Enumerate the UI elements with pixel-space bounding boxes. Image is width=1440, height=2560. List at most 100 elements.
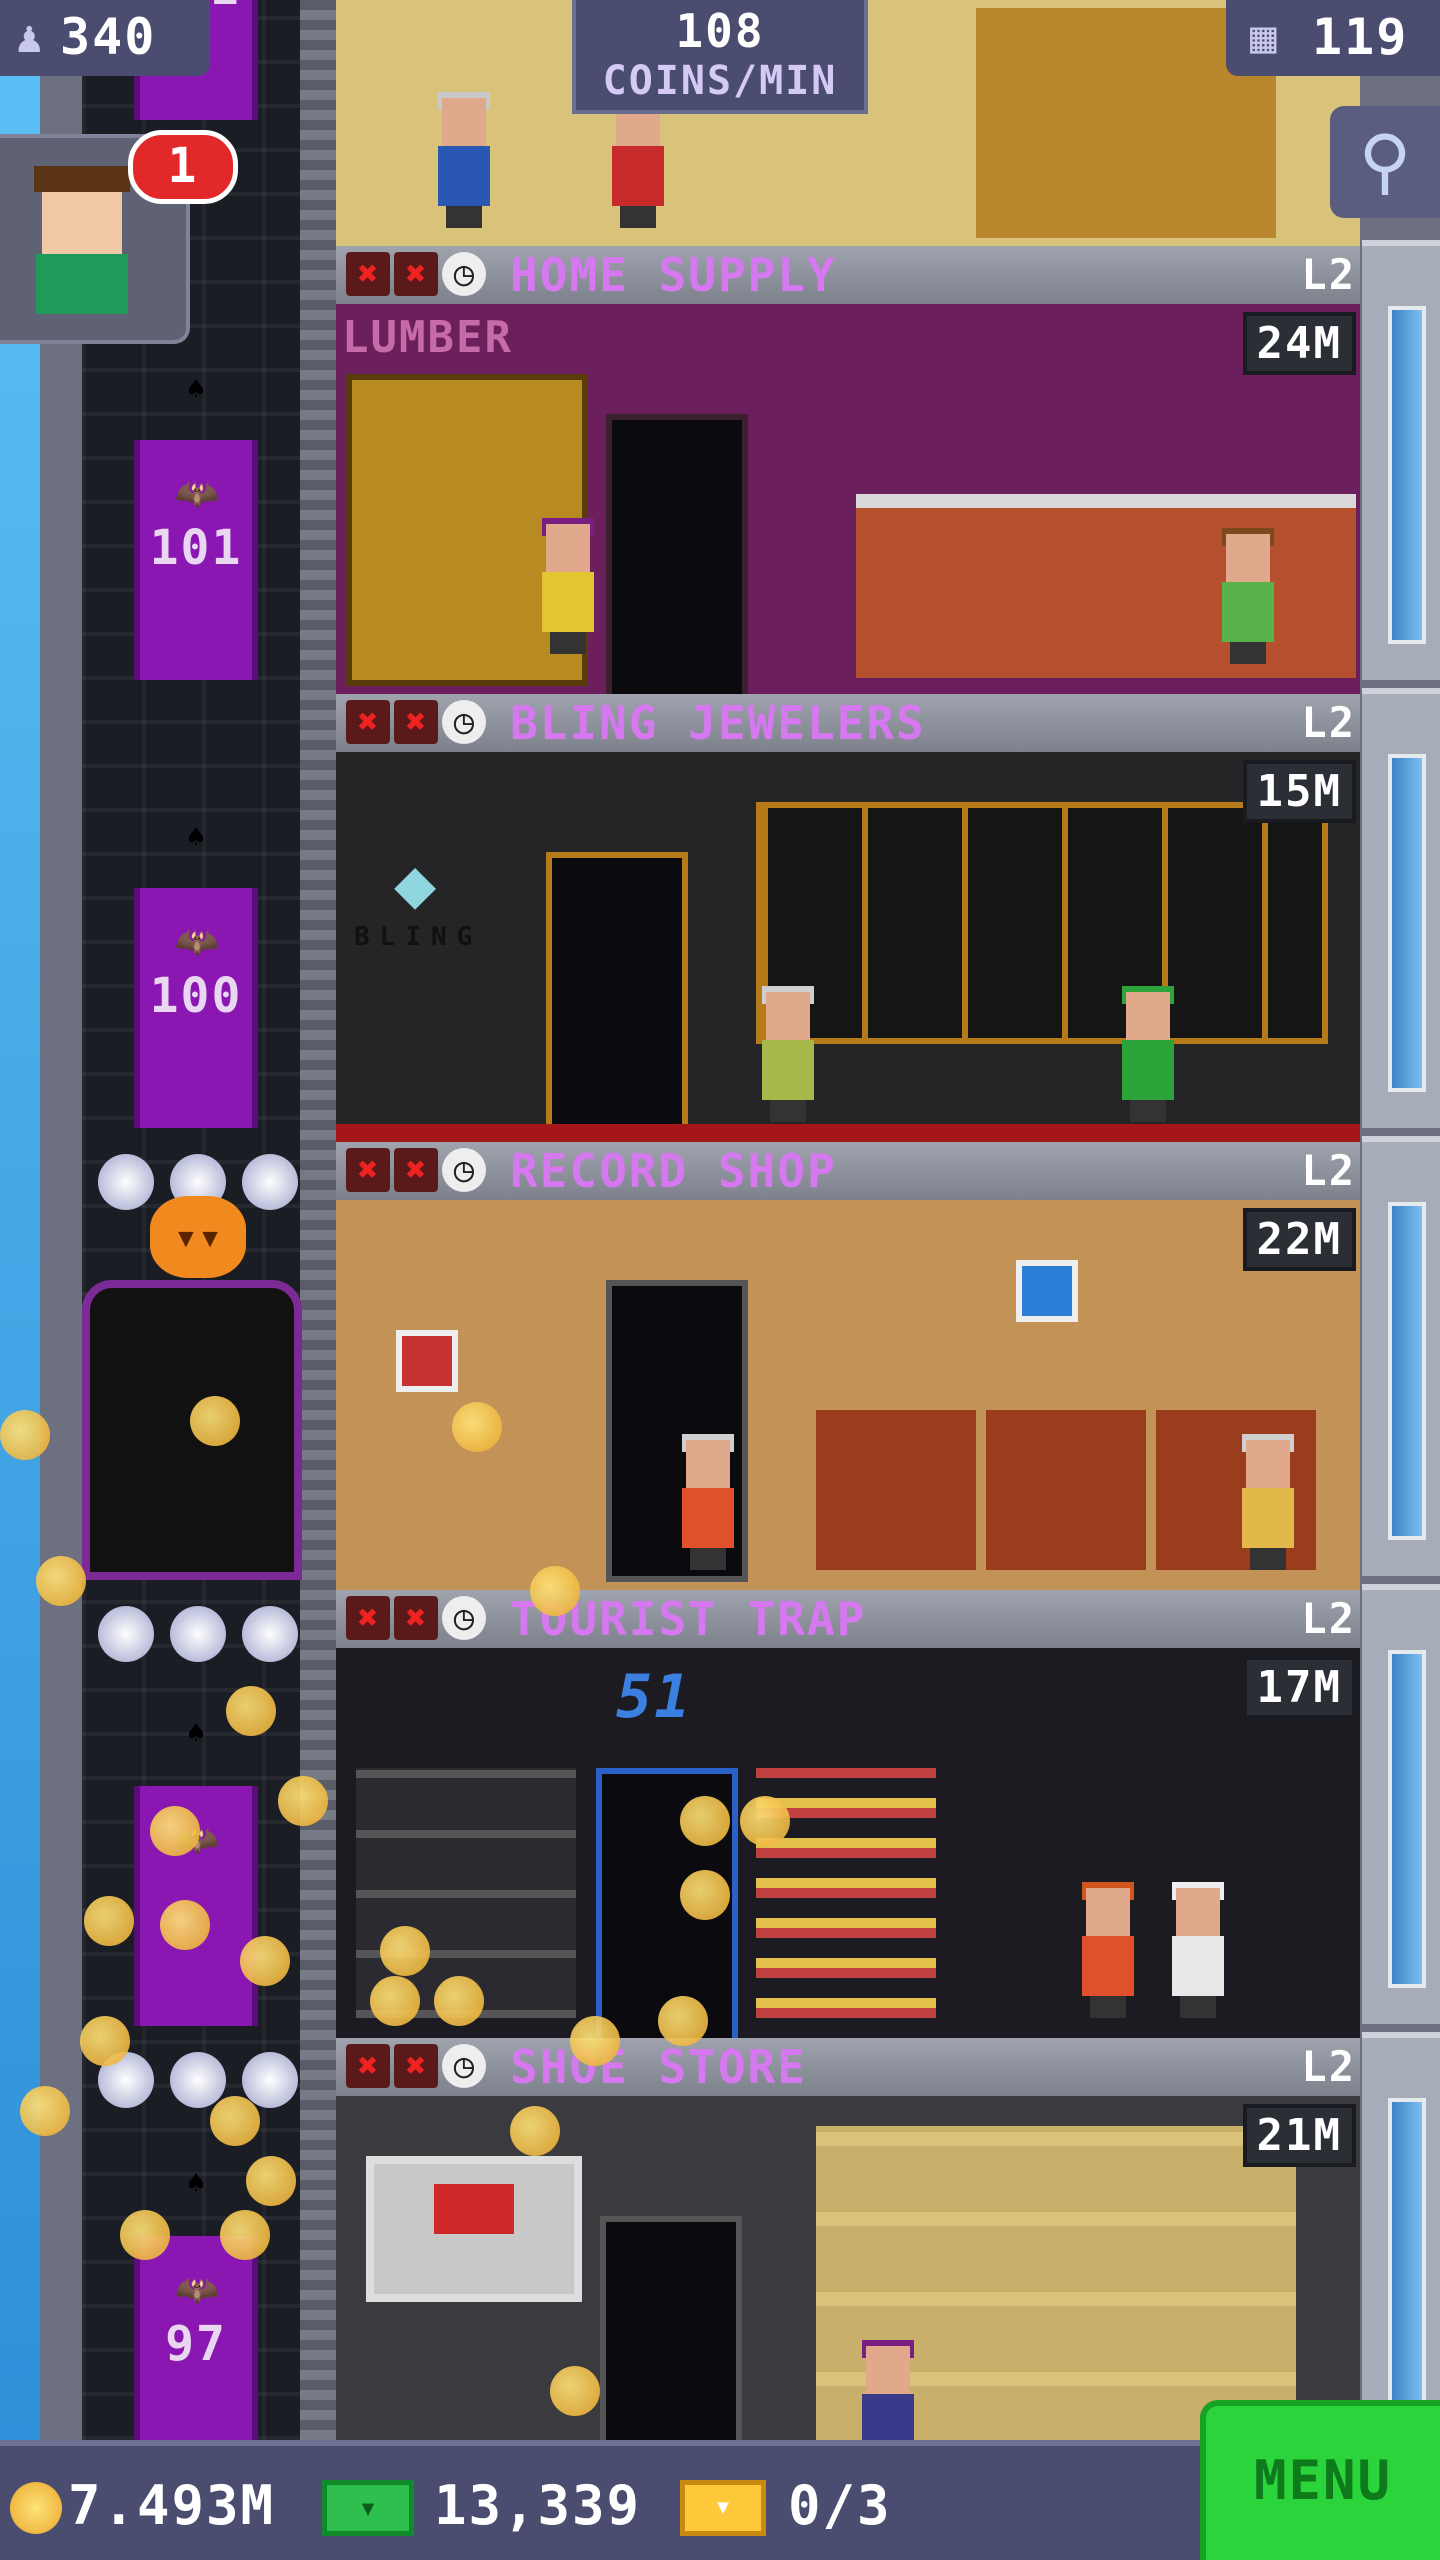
close-icon: ✖ [346, 2044, 390, 2088]
magnifier-icon[interactable]: ⚲ [1330, 106, 1440, 218]
store-sign: LUMBER [342, 312, 513, 363]
floor-price: 22M [1242, 1208, 1356, 1271]
coin-icon[interactable] [452, 1402, 502, 1452]
coin-icon[interactable] [160, 1900, 210, 1950]
star-icon [242, 1154, 298, 1210]
coin-icon[interactable] [226, 1686, 276, 1736]
citizen[interactable] [1166, 1882, 1230, 2018]
shaft-floor-label: 100 [149, 968, 243, 1024]
floors-count-value: 119 [1312, 8, 1409, 66]
elevator-rail [300, 0, 336, 2440]
citizen[interactable] [1116, 986, 1180, 1122]
bux-icon: ▾ [322, 2480, 414, 2536]
close-icon: ✖ [394, 252, 438, 296]
floor-name: SHOE STORE [510, 2040, 807, 2094]
floor-tourist-trap[interactable]: ✖ ✖ ◷ TOURIST TRAP L2 51 17M [336, 1590, 1360, 2038]
coin-icon[interactable] [84, 1896, 134, 1946]
avatar-hair [34, 166, 130, 192]
room-interior: ◆ BLING [336, 752, 1360, 1142]
coin-icon[interactable] [550, 2366, 600, 2416]
tower-window [1362, 1136, 1440, 1576]
menu-button[interactable]: MENU [1200, 2400, 1440, 2560]
citizen[interactable] [432, 92, 496, 228]
sky [0, 0, 45, 2440]
person-icon: ♟ [16, 12, 43, 63]
tower-window [1362, 688, 1440, 1128]
coins-per-min-value: 108 [675, 4, 765, 58]
counter [856, 494, 1356, 678]
spade-icon: ♠ [186, 372, 206, 407]
tower-window [1362, 240, 1440, 680]
floor-bling-jewelers[interactable]: ✖ ✖ ◷ BLING JEWELERS L2 ◆ BLING 15M [336, 694, 1360, 1142]
coin-icon[interactable] [80, 2016, 130, 2066]
close-icon: ✖ [394, 2044, 438, 2088]
close-icon: ✖ [346, 700, 390, 744]
coin-icon[interactable] [370, 1976, 420, 2026]
ticket-icon: ▾ [680, 2480, 766, 2536]
room-interior: LUMBER [336, 304, 1360, 694]
coin-icon[interactable] [530, 1566, 580, 1616]
coin-icon[interactable] [190, 1396, 240, 1446]
floor-banner [336, 246, 1360, 304]
floor-name: RECORD SHOP [510, 1144, 837, 1198]
star-icon [170, 1606, 226, 1662]
floor-level: L2 [1301, 1594, 1356, 1643]
star-icon [170, 2052, 226, 2108]
clock-icon: ◷ [442, 252, 486, 296]
floor-banner [336, 2038, 1360, 2096]
coin-icon[interactable] [20, 2086, 70, 2136]
population-counter[interactable]: ♟ 340 [0, 0, 210, 76]
coin-icon[interactable] [220, 2210, 270, 2260]
coin-icon[interactable] [680, 1796, 730, 1846]
coin-icon[interactable] [0, 1410, 50, 1460]
citizen[interactable] [1076, 1882, 1140, 2018]
avatar-body [36, 254, 128, 314]
floors-counter[interactable]: ▦ 119 [1226, 0, 1440, 76]
coin-icon[interactable] [210, 2096, 260, 2146]
floor-name: HOME SUPPLY [510, 248, 837, 302]
store-sign: 51 [616, 1662, 693, 1732]
floor-level: L2 [1301, 250, 1356, 299]
building-icon: ▦ [1250, 12, 1277, 63]
notification-badge[interactable]: 1 [128, 130, 238, 204]
coin-icon[interactable] [246, 2156, 296, 2206]
store-sign: BLING [354, 922, 483, 952]
floor-home-supply[interactable]: ✖ ✖ ◷ HOME SUPPLY L2 LUMBER 24M [336, 246, 1360, 694]
citizen[interactable] [536, 518, 600, 654]
citizen[interactable] [606, 92, 670, 228]
coin-icon[interactable] [240, 1936, 290, 1986]
coin-icon[interactable] [570, 2016, 620, 2066]
door [546, 852, 688, 1142]
coin-icon[interactable] [740, 1796, 790, 1846]
floor-record-shop[interactable]: ✖ ✖ ◷ RECORD SHOP L2 22M [336, 1142, 1360, 1590]
citizen[interactable] [676, 1434, 740, 1570]
bux-value: 13,339 [434, 2474, 642, 2537]
clock-icon: ◷ [442, 1148, 486, 1192]
coin-icon[interactable] [680, 1870, 730, 1920]
close-icon: ✖ [346, 1148, 390, 1192]
shoe-poster [366, 2156, 582, 2302]
spade-icon: ♠ [186, 1716, 206, 1751]
coin-icon[interactable] [278, 1776, 328, 1826]
tower-window [1362, 1584, 1440, 2024]
coin-icon[interactable] [380, 1926, 430, 1976]
floor-level: L2 [1301, 2042, 1356, 2091]
floor-price: 21M [1242, 2104, 1356, 2167]
citizen[interactable] [1236, 1434, 1300, 1570]
floor-banner [336, 1142, 1360, 1200]
pumpkin-icon: ▾▾ [150, 1196, 246, 1278]
coin-icon[interactable] [510, 2106, 560, 2156]
coin-icon[interactable] [150, 1806, 200, 1856]
shaft-floor-label: 101 [149, 520, 243, 576]
coin-icon[interactable] [120, 2210, 170, 2260]
citizen[interactable] [756, 986, 820, 1122]
citizen[interactable] [1216, 528, 1280, 664]
close-icon: ✖ [394, 1148, 438, 1192]
room-interior [336, 1200, 1360, 1590]
coin-icon [10, 2482, 62, 2534]
coin-icon[interactable] [658, 1996, 708, 2046]
diamond-icon: ◆ [394, 842, 437, 924]
population-value: 340 [60, 8, 157, 66]
coin-icon[interactable] [36, 1556, 86, 1606]
coin-icon[interactable] [434, 1976, 484, 2026]
